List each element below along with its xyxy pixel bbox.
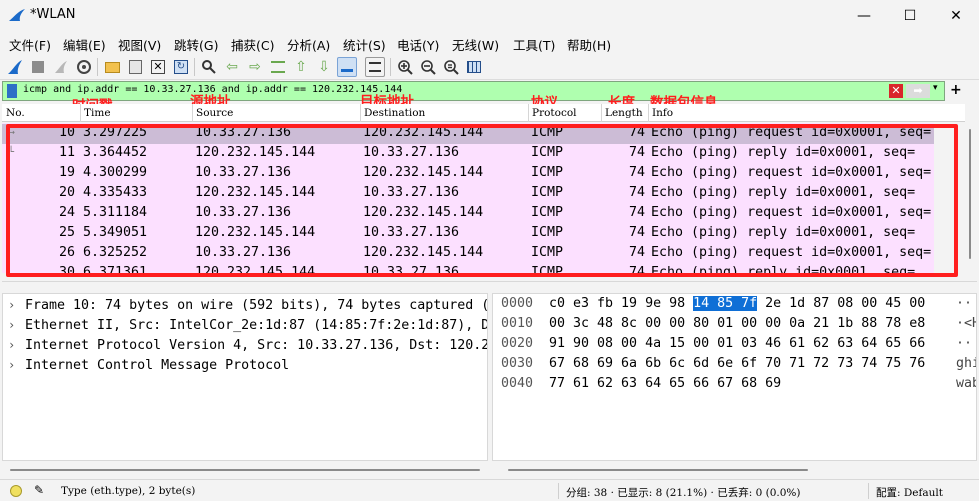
clear-filter-icon[interactable]: ✕ — [889, 84, 903, 98]
bookmark-icon[interactable] — [7, 84, 17, 98]
colorize-icon[interactable] — [365, 57, 385, 77]
menu-statistics[interactable]: 统计(S) — [343, 35, 386, 54]
menu-file[interactable]: 文件(F) — [9, 35, 51, 54]
bytes-ascii: ghi — [956, 356, 976, 371]
add-filter-button-icon[interactable]: + — [950, 82, 962, 98]
close-button[interactable]: ✕ — [933, 0, 979, 31]
menu-wireless[interactable]: 无线(W) — [452, 35, 499, 54]
bytes-offset: 0010 — [501, 316, 534, 331]
bytes-ascii: ·<H — [956, 316, 976, 331]
menu-help[interactable]: 帮助(H) — [567, 35, 611, 54]
menu-edit[interactable]: 编辑(E) — [63, 35, 106, 54]
reload-file-icon[interactable]: ↻ — [171, 57, 191, 77]
filter-history-dropdown-icon[interactable]: ▾ — [933, 83, 938, 93]
menu-analyze[interactable]: 分析(A) — [287, 35, 330, 54]
bytes-hex: 67 68 69 6a 6b 6c 6d 6e 6f 70 71 72 73 7… — [549, 356, 926, 371]
bytes-ascii: wab — [956, 376, 976, 391]
resize-columns-icon[interactable] — [464, 57, 484, 77]
packet-details-pane: › Frame 10: 74 bytes on wire (592 bits),… — [2, 293, 488, 461]
annotation-highlight-box — [6, 124, 958, 277]
status-packet-stats: 分组: 38 · 已显示: 8 (21.1%) · 已丢弃: 0 (0.0%) — [566, 487, 801, 499]
autoscroll-icon[interactable] — [337, 57, 357, 77]
details-horizontal-scrollbar[interactable] — [2, 463, 488, 477]
menu-telephony[interactable]: 电话(Y) — [397, 35, 439, 54]
packet-list-header: No. Time Source Destination Protocol Len… — [2, 104, 965, 122]
restart-capture-icon[interactable] — [51, 57, 71, 77]
go-to-packet-icon[interactable] — [268, 57, 288, 77]
bytes-hex: 91 90 08 00 4a 15 00 01 03 46 61 62 63 6… — [549, 336, 926, 351]
close-file-icon[interactable]: ✕ — [148, 57, 168, 77]
expand-arrow-icon[interactable]: › — [8, 358, 15, 372]
menu-bar: 文件(F) 编辑(E) 视图(V) 跳转(G) 捕获(C) 分析(A) 统计(S… — [0, 32, 979, 54]
open-file-icon[interactable] — [102, 57, 122, 77]
pane-splitter[interactable] — [2, 281, 977, 289]
bytes-offset: 0000 — [501, 296, 534, 311]
bytes-horizontal-scrollbar[interactable] — [492, 463, 977, 477]
column-header-info[interactable]: Info — [652, 107, 673, 119]
go-back-icon[interactable]: ⇦ — [222, 57, 242, 77]
stop-capture-icon[interactable] — [28, 57, 48, 77]
column-header-source[interactable]: Source — [196, 107, 233, 119]
expand-arrow-icon[interactable]: › — [8, 298, 15, 312]
go-first-packet-icon[interactable]: ⇧ — [291, 57, 311, 77]
menu-view[interactable]: 视图(V) — [118, 35, 161, 54]
bytes-hex: 00 3c 48 8c 00 00 80 01 00 00 0a 21 1b 8… — [549, 316, 926, 331]
expert-info-led-icon[interactable] — [10, 485, 22, 497]
status-bar: ✎ Type (eth.type), 2 byte(s) 分组: 38 · 已显… — [0, 479, 979, 501]
wireshark-fin-icon — [9, 9, 25, 21]
bytes-offset: 0030 — [501, 356, 534, 371]
main-toolbar: ✕ ↻ ⇦ ⇨ ⇧ ⇩ — [0, 54, 979, 80]
column-header-destination[interactable]: Destination — [364, 107, 425, 119]
bytes-offset: 0020 — [501, 336, 534, 351]
bytes-ascii: ·· — [956, 336, 973, 351]
bytes-hex: c0 e3 fb 19 9e 98 14 85 7f 2e 1d 87 08 0… — [549, 296, 926, 311]
bytes-offset: 0040 — [501, 376, 534, 391]
zoom-in-icon[interactable] — [395, 57, 415, 77]
packet-list-scrollbar[interactable] — [963, 123, 977, 273]
menu-capture[interactable]: 捕获(C) — [231, 35, 274, 54]
edit-comment-icon[interactable]: ✎ — [34, 483, 44, 497]
apply-filter-icon[interactable]: ➡ — [906, 84, 930, 98]
status-profile[interactable]: 配置: Default — [876, 485, 943, 500]
display-filter-bar: ✕ ➡ ▾ — [2, 81, 945, 101]
window-title: *WLAN — [30, 7, 76, 22]
expand-arrow-icon[interactable]: › — [8, 338, 15, 352]
highlighted-bytes: 14 85 7f — [693, 296, 758, 311]
bytes-hex: 77 61 62 63 64 65 66 67 68 69 — [549, 376, 782, 391]
maximize-button[interactable]: ☐ — [887, 0, 933, 31]
column-header-time[interactable]: Time — [84, 107, 111, 119]
packet-bytes-pane: 0000 c0 e3 fb 19 9e 98 14 85 7f 2e 1d 87… — [492, 293, 977, 461]
title-bar: *WLAN — ☐ ✕ — [0, 0, 979, 31]
go-last-packet-icon[interactable]: ⇩ — [314, 57, 334, 77]
status-field-info: Type (eth.type), 2 byte(s) — [61, 485, 196, 497]
start-capture-icon[interactable] — [5, 57, 25, 77]
minimize-button[interactable]: — — [841, 0, 887, 31]
zoom-out-icon[interactable] — [418, 57, 438, 77]
zoom-reset-icon[interactable] — [441, 57, 461, 77]
expand-arrow-icon[interactable]: › — [8, 318, 15, 332]
column-header-length[interactable]: Length — [605, 107, 643, 119]
menu-go[interactable]: 跳转(G) — [174, 35, 218, 54]
go-forward-icon[interactable]: ⇨ — [245, 57, 265, 77]
bytes-ascii: ·· — [956, 296, 973, 311]
column-header-protocol[interactable]: Protocol — [532, 107, 577, 119]
display-filter-input[interactable] — [23, 84, 873, 95]
menu-tools[interactable]: 工具(T) — [513, 35, 555, 54]
save-file-icon[interactable] — [125, 57, 145, 77]
column-header-no[interactable]: No. — [6, 107, 25, 119]
capture-options-icon[interactable] — [74, 57, 94, 77]
find-packet-icon[interactable] — [199, 57, 219, 77]
